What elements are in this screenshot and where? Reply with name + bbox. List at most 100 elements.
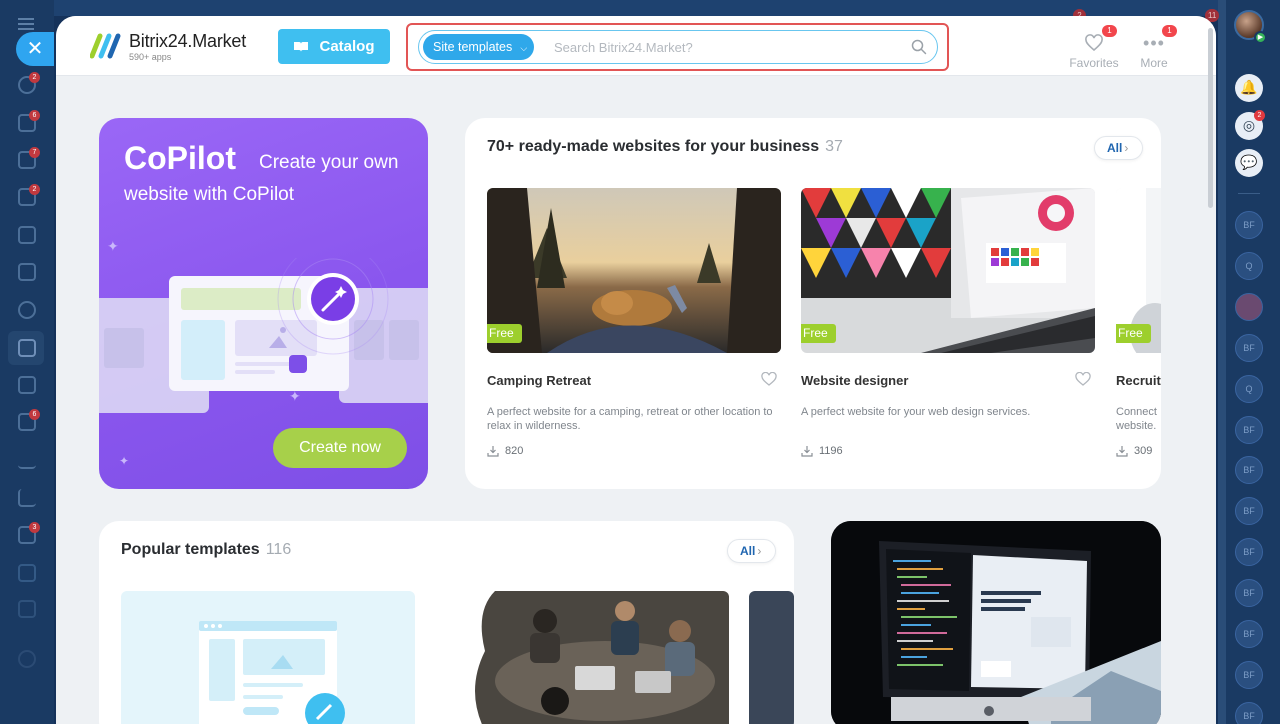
- download-icon: [487, 446, 499, 457]
- contact-avatar[interactable]: BF: [1235, 538, 1263, 566]
- template-card[interactable]: Free Camping Retreat A perfect website f…: [487, 188, 781, 457]
- contact-avatar[interactable]: Q: [1235, 375, 1263, 403]
- contact-avatar[interactable]: BF: [1235, 579, 1263, 607]
- contact-avatar[interactable]: BF: [1235, 416, 1263, 444]
- more-label: More: [1140, 56, 1168, 70]
- market-logo-icon: [90, 33, 121, 59]
- template-name[interactable]: Camping Retreat: [487, 373, 591, 388]
- section-title: Popular templates 116: [121, 541, 291, 559]
- nav-badge: 6: [29, 409, 40, 420]
- search-input[interactable]: [554, 35, 894, 59]
- dots-icon: •••: [1143, 33, 1165, 53]
- all-label: All: [740, 544, 756, 558]
- team-meeting-photo: [475, 591, 729, 724]
- close-slider-button[interactable]: ✕: [16, 32, 54, 66]
- template-preview-image[interactable]: Free: [487, 188, 781, 353]
- apps-count: 590+ apps: [129, 52, 172, 62]
- favorites-button[interactable]: 1 Favorites: [1064, 25, 1124, 70]
- website-builder-illustration: [99, 258, 428, 413]
- sparkle-icon: ✦: [119, 454, 130, 468]
- nav-box-icon[interactable]: [18, 564, 36, 582]
- download-icon: [1116, 446, 1128, 457]
- section-title-text[interactable]: Popular templates: [121, 541, 260, 558]
- nav-target-icon[interactable]: [18, 301, 36, 319]
- template-description: A perfect website for your web design se…: [801, 406, 1031, 418]
- menu-icon[interactable]: [18, 18, 34, 30]
- copilot-banner[interactable]: CoPilot Create your own website with CoP…: [99, 118, 428, 489]
- play-icon[interactable]: ▶: [1254, 31, 1267, 44]
- nav-badge: 2: [29, 184, 40, 195]
- panel-scrollbar[interactable]: [1208, 28, 1213, 208]
- market-header: Bitrix24.Market 590+ apps Catalog Site t…: [56, 16, 1216, 76]
- all-websites-button[interactable]: All ›: [1094, 136, 1144, 160]
- all-popular-button[interactable]: All ›: [727, 539, 777, 563]
- free-badge: Free: [487, 324, 522, 343]
- camping-photo: [487, 188, 781, 353]
- nav-calendar-icon[interactable]: [18, 226, 36, 244]
- more-button[interactable]: ••• 1 More: [1124, 25, 1184, 70]
- nav-chart-icon[interactable]: [18, 489, 36, 507]
- search-category-dropdown[interactable]: Site templates ⌵: [423, 34, 535, 60]
- nav-market-icon[interactable]: [18, 339, 36, 357]
- contact-avatar[interactable]: BF: [1235, 211, 1263, 239]
- contact-avatar[interactable]: Q: [1235, 252, 1263, 280]
- book-icon: [294, 41, 309, 52]
- bell-icon[interactable]: 🔔: [1235, 74, 1263, 102]
- nav-pen-icon[interactable]: [18, 451, 36, 469]
- nav-settings-icon[interactable]: [18, 650, 36, 668]
- template-name[interactable]: Website designer: [801, 373, 908, 388]
- contact-avatar[interactable]: BF: [1235, 661, 1263, 689]
- download-number: 820: [505, 445, 524, 457]
- contact-avatar[interactable]: BF: [1235, 456, 1263, 484]
- nav-more-icon[interactable]: [18, 600, 36, 618]
- template-illustration: [199, 621, 345, 724]
- template-card[interactable]: › Free Recruiti Connect website. 309: [1116, 188, 1161, 457]
- chat-icon[interactable]: 💬: [1235, 149, 1263, 177]
- copilot-tagline: Create your own: [259, 152, 399, 173]
- top-strip: [54, 0, 1218, 16]
- search-category-label: Site templates: [433, 40, 513, 54]
- nav-apps-icon[interactable]: [18, 376, 36, 394]
- page-scrollbar[interactable]: [1218, 0, 1226, 724]
- section-title: 70+ ready-made websites for your busines…: [487, 138, 843, 156]
- section-count: 116: [265, 541, 292, 558]
- nav-badge: 6: [29, 110, 40, 121]
- contact-avatar[interactable]: BF: [1235, 620, 1263, 648]
- popular-template-card[interactable]: [435, 591, 729, 724]
- catalog-label: Catalog: [319, 38, 375, 55]
- nav-badge: 3: [29, 522, 40, 533]
- heart-icon[interactable]: [761, 372, 777, 386]
- search-box[interactable]: Site templates ⌵: [418, 30, 938, 64]
- popular-templates-section: Popular templates 116 All ›: [99, 521, 794, 724]
- template-card[interactable]: Free Website designer A perfect website …: [801, 188, 1095, 457]
- template-name[interactable]: Recruiti: [1116, 373, 1161, 388]
- more-badge: 1: [1162, 25, 1177, 37]
- imac-code-photo: [831, 521, 1161, 724]
- divider: [1238, 193, 1260, 194]
- heart-icon[interactable]: [1075, 372, 1091, 386]
- favorites-label: Favorites: [1069, 56, 1119, 70]
- nav-storage-icon[interactable]: [18, 263, 36, 281]
- download-icon: [801, 446, 813, 457]
- download-count: 309: [1116, 445, 1152, 457]
- search-icon[interactable]: [911, 39, 927, 55]
- popular-template-card[interactable]: [121, 591, 415, 724]
- heart-icon: [1085, 34, 1103, 52]
- contact-avatar[interactable]: [1235, 293, 1263, 321]
- create-now-button[interactable]: Create now: [273, 428, 407, 468]
- template-preview-image[interactable]: › Free: [1116, 188, 1161, 353]
- contact-avatar[interactable]: BF: [1235, 334, 1263, 362]
- market-panel: Bitrix24.Market 590+ apps Catalog Site t…: [56, 16, 1216, 724]
- designer-laptop-photo: [801, 188, 1095, 353]
- popular-template-card[interactable]: [749, 591, 794, 724]
- free-badge: Free: [801, 324, 836, 343]
- template-preview-image[interactable]: Free: [801, 188, 1095, 353]
- activity-badge: 2: [1254, 110, 1265, 121]
- contact-avatar[interactable]: BF: [1235, 497, 1263, 525]
- promo-photo-card[interactable]: [831, 521, 1161, 724]
- contact-avatar[interactable]: BF: [1235, 702, 1263, 724]
- catalog-button[interactable]: Catalog: [278, 29, 390, 64]
- section-title-text[interactable]: 70+ ready-made websites for your busines…: [487, 138, 819, 155]
- sparkle-icon: ✦: [289, 388, 301, 404]
- market-title[interactable]: Bitrix24.Market: [129, 31, 246, 52]
